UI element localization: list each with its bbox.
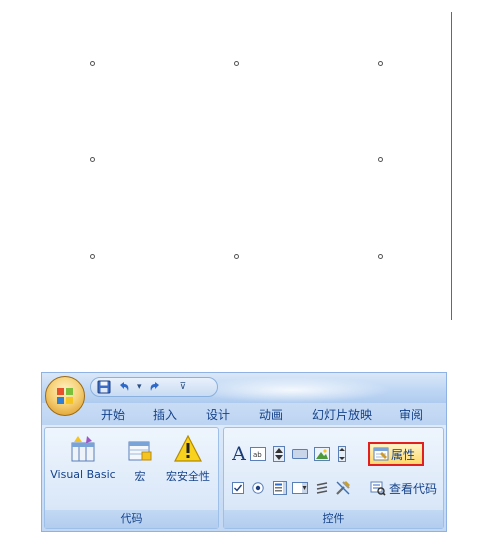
resize-handle-middle-left[interactable] [90,157,95,162]
tab-slide-show[interactable]: 幻灯片放映 [312,406,372,423]
ribbon-tabs: 开始 插入 设计 动画 幻灯片放映 审阅 [42,403,446,425]
textbox-control-icon[interactable]: ab [250,446,266,462]
command-button-control-icon[interactable] [292,446,308,462]
properties-button[interactable]: 属性 [368,442,424,466]
view-code-button[interactable]: 查看代码 [370,478,437,498]
ribbon-body: Visual Basic 宏 宏安全性 代码 A ab 属性 查看代码 控件 [42,425,446,531]
tab-design[interactable]: 设计 [206,406,230,423]
undo-dropdown-icon[interactable]: ▾ [137,382,142,392]
controls-group-label: 控件 [224,510,443,528]
office-logo-icon [57,388,73,404]
combobox-control-icon[interactable] [292,480,308,496]
title-bar-glow [192,377,392,403]
title-bar: ▾ ⊽ [42,373,446,403]
macro-button[interactable]: 宏 [125,434,155,484]
scrollbar-control-icon[interactable] [336,446,348,462]
checkbox-control-icon[interactable] [230,480,246,496]
macro-label: 宏 [134,470,146,483]
controls-group: A ab 属性 查看代码 控件 [223,427,444,529]
more-controls-icon[interactable] [334,479,352,497]
visual-basic-icon [71,436,95,462]
image-control-icon[interactable] [314,446,330,462]
visual-basic-label: Visual Basic [50,468,116,481]
macro-icon [128,441,152,461]
resize-handle-bottom-left[interactable] [90,254,95,259]
option-button-control-icon[interactable] [250,480,266,496]
resize-handle-bottom-center[interactable] [234,254,239,259]
resize-handle-middle-right[interactable] [378,157,383,162]
save-icon[interactable] [97,380,111,394]
macro-security-button[interactable]: 宏安全性 [161,434,215,484]
view-code-icon [370,481,386,496]
tab-insert[interactable]: 插入 [153,406,177,423]
tab-review[interactable]: 审阅 [399,406,423,423]
view-code-label: 查看代码 [389,481,438,496]
customize-qat-icon[interactable]: ⊽ [180,382,187,392]
code-group-label: 代码 [45,510,218,528]
resize-handle-top-center[interactable] [234,61,239,66]
properties-icon [373,447,389,461]
properties-label: 属性 [391,447,416,462]
resize-handle-top-left[interactable] [90,61,95,66]
resize-handle-top-right[interactable] [378,61,383,66]
spin-button-control-icon[interactable] [272,446,286,462]
visual-basic-button[interactable]: Visual Basic [49,434,117,481]
redo-icon[interactable] [148,380,162,394]
office-button[interactable] [45,376,85,416]
macro-security-label: 宏安全性 [166,470,210,483]
undo-icon[interactable] [117,380,131,394]
tab-animations[interactable]: 动画 [259,406,283,423]
svg-text:ab: ab [253,451,262,459]
tab-home[interactable]: 开始 [101,406,125,423]
warning-icon [174,434,202,462]
label-control-icon[interactable]: A [230,443,248,465]
toggle-button-control-icon[interactable] [314,480,330,496]
code-group: Visual Basic 宏 宏安全性 代码 [44,427,219,529]
listbox-control-icon[interactable] [272,480,288,496]
resize-handle-bottom-right[interactable] [378,254,383,259]
ribbon: ▾ ⊽ 开始 插入 设计 动画 幻灯片放映 审阅 Visual Basic 宏 … [41,372,447,532]
quick-access-toolbar: ▾ ⊽ [90,377,218,397]
slide-edge-line [451,12,452,320]
